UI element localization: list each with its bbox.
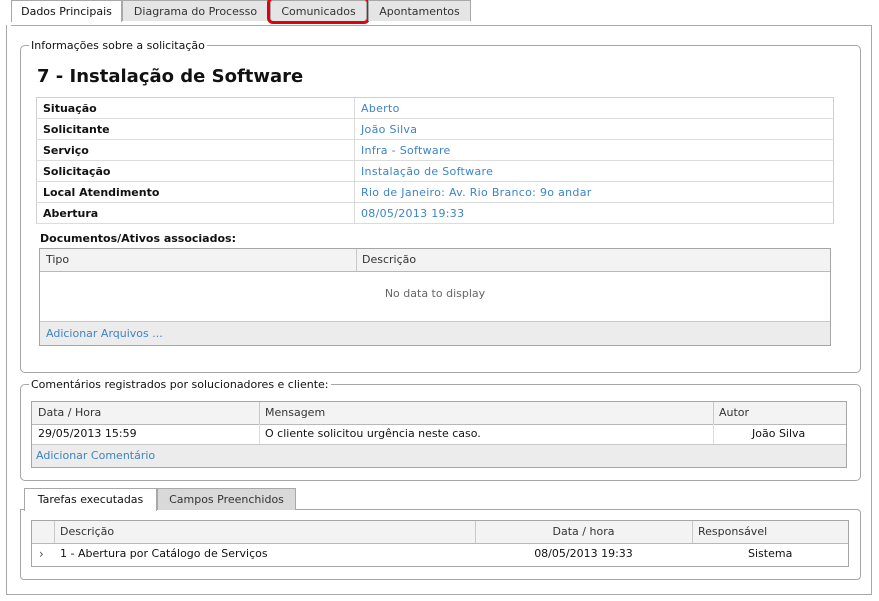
column-separator (713, 424, 714, 445)
column-header-descricao[interactable]: Descrição (54, 521, 475, 543)
comments-grid-header: Data / Hora Mensagem Autor (32, 402, 846, 425)
page-title: 7 - Instalação de Software (37, 66, 304, 87)
task-description: 1 - Abertura por Catálogo de Serviços (60, 547, 268, 560)
tab-tarefas-executadas[interactable]: Tarefas executadas (24, 488, 157, 511)
tab-campos-preenchidos[interactable]: Campos Preenchidos (157, 488, 296, 510)
column-header-responsavel[interactable]: Responsável (692, 521, 848, 543)
detail-value[interactable]: João Silva (354, 118, 834, 140)
comments-grid-footer: Adicionar Comentário (32, 444, 846, 467)
detail-label: Abertura (36, 202, 355, 224)
documents-label: Documentos/Ativos associados: (40, 232, 236, 245)
column-header-data-hora[interactable]: Data / Hora (32, 402, 259, 424)
detail-row-servico: Serviço Infra - Software (36, 139, 834, 161)
info-group-legend: Informações sobre a solicitação (31, 39, 205, 52)
tab-strip-line (11, 25, 871, 26)
task-date: 08/05/2013 19:33 (534, 547, 633, 560)
table-row[interactable]: › 1 - Abertura por Catálogo de Serviços … (32, 543, 848, 566)
column-header-tipo[interactable]: Tipo (40, 249, 356, 271)
detail-value[interactable]: Aberto (354, 97, 834, 119)
detail-value[interactable]: 08/05/2013 19:33 (354, 202, 834, 224)
detail-label: Serviço (36, 139, 355, 161)
detail-row-abertura: Abertura 08/05/2013 19:33 (36, 202, 834, 224)
tab-comunicados[interactable]: Comunicados (267, 0, 370, 24)
tab-diagrama-do-processo[interactable]: Diagrama do Processo (122, 0, 269, 21)
add-files-link[interactable]: Adicionar Arquivos ... (46, 327, 163, 340)
comment-message: O cliente solicitou urgência neste caso. (265, 427, 481, 440)
documents-grid-header: Tipo Descrição (40, 249, 830, 272)
tab-dados-principais[interactable]: Dados Principais (11, 0, 122, 22)
column-header-data-hora[interactable]: Data / hora (475, 521, 692, 543)
comments-group-legend: Comentários registrados por solucionador… (31, 378, 329, 391)
tasks-grid: Descrição Data / hora Responsável › 1 - … (31, 520, 849, 567)
detail-value[interactable]: Rio de Janeiro: Av. Rio Branco: 9o andar (354, 181, 834, 203)
comment-date: 29/05/2013 15:59 (38, 427, 137, 440)
detail-label: Solicitante (36, 118, 355, 140)
tab-apontamentos[interactable]: Apontamentos (368, 0, 471, 21)
request-details-table: Situação Aberto Solicitante João Silva Ser… (36, 97, 834, 224)
row-expander-icon[interactable]: › (39, 544, 44, 564)
column-header-autor[interactable]: Autor (713, 402, 847, 424)
comments-grid: Data / Hora Mensagem Autor 29/05/2013 15… (31, 401, 847, 468)
table-row[interactable]: 29/05/2013 15:59 O cliente solicitou urg… (32, 424, 846, 445)
documents-grid-footer: Adicionar Arquivos ... (40, 321, 830, 345)
detail-value[interactable]: Infra - Software (354, 139, 834, 161)
detail-row-solicitacao: Solicitação Instalação de Software (36, 160, 834, 182)
detail-label: Local Atendimento (36, 181, 355, 203)
detail-row-local: Local Atendimento Rio de Janeiro: Av. Rio… (36, 181, 834, 203)
detail-label: Solicitação (36, 160, 355, 182)
task-responsible: Sistema (748, 547, 793, 560)
detail-value[interactable]: Instalação de Software (354, 160, 834, 182)
detail-row-situacao: Situação Aberto (36, 97, 834, 119)
empty-grid-message: No data to display (384, 287, 486, 300)
tasks-grid-header: Descrição Data / hora Responsável (32, 521, 848, 544)
comment-author: João Silva (752, 427, 806, 440)
column-header-descricao[interactable]: Descrição (356, 249, 826, 271)
detail-label: Situação (36, 97, 355, 119)
column-header-mensagem[interactable]: Mensagem (259, 402, 713, 424)
detail-row-solicitante: Solicitante João Silva (36, 118, 834, 140)
column-separator (259, 424, 260, 445)
documents-grid: Tipo Descrição No data to display Adicio… (39, 248, 831, 346)
add-comment-link[interactable]: Adicionar Comentário (36, 449, 155, 462)
